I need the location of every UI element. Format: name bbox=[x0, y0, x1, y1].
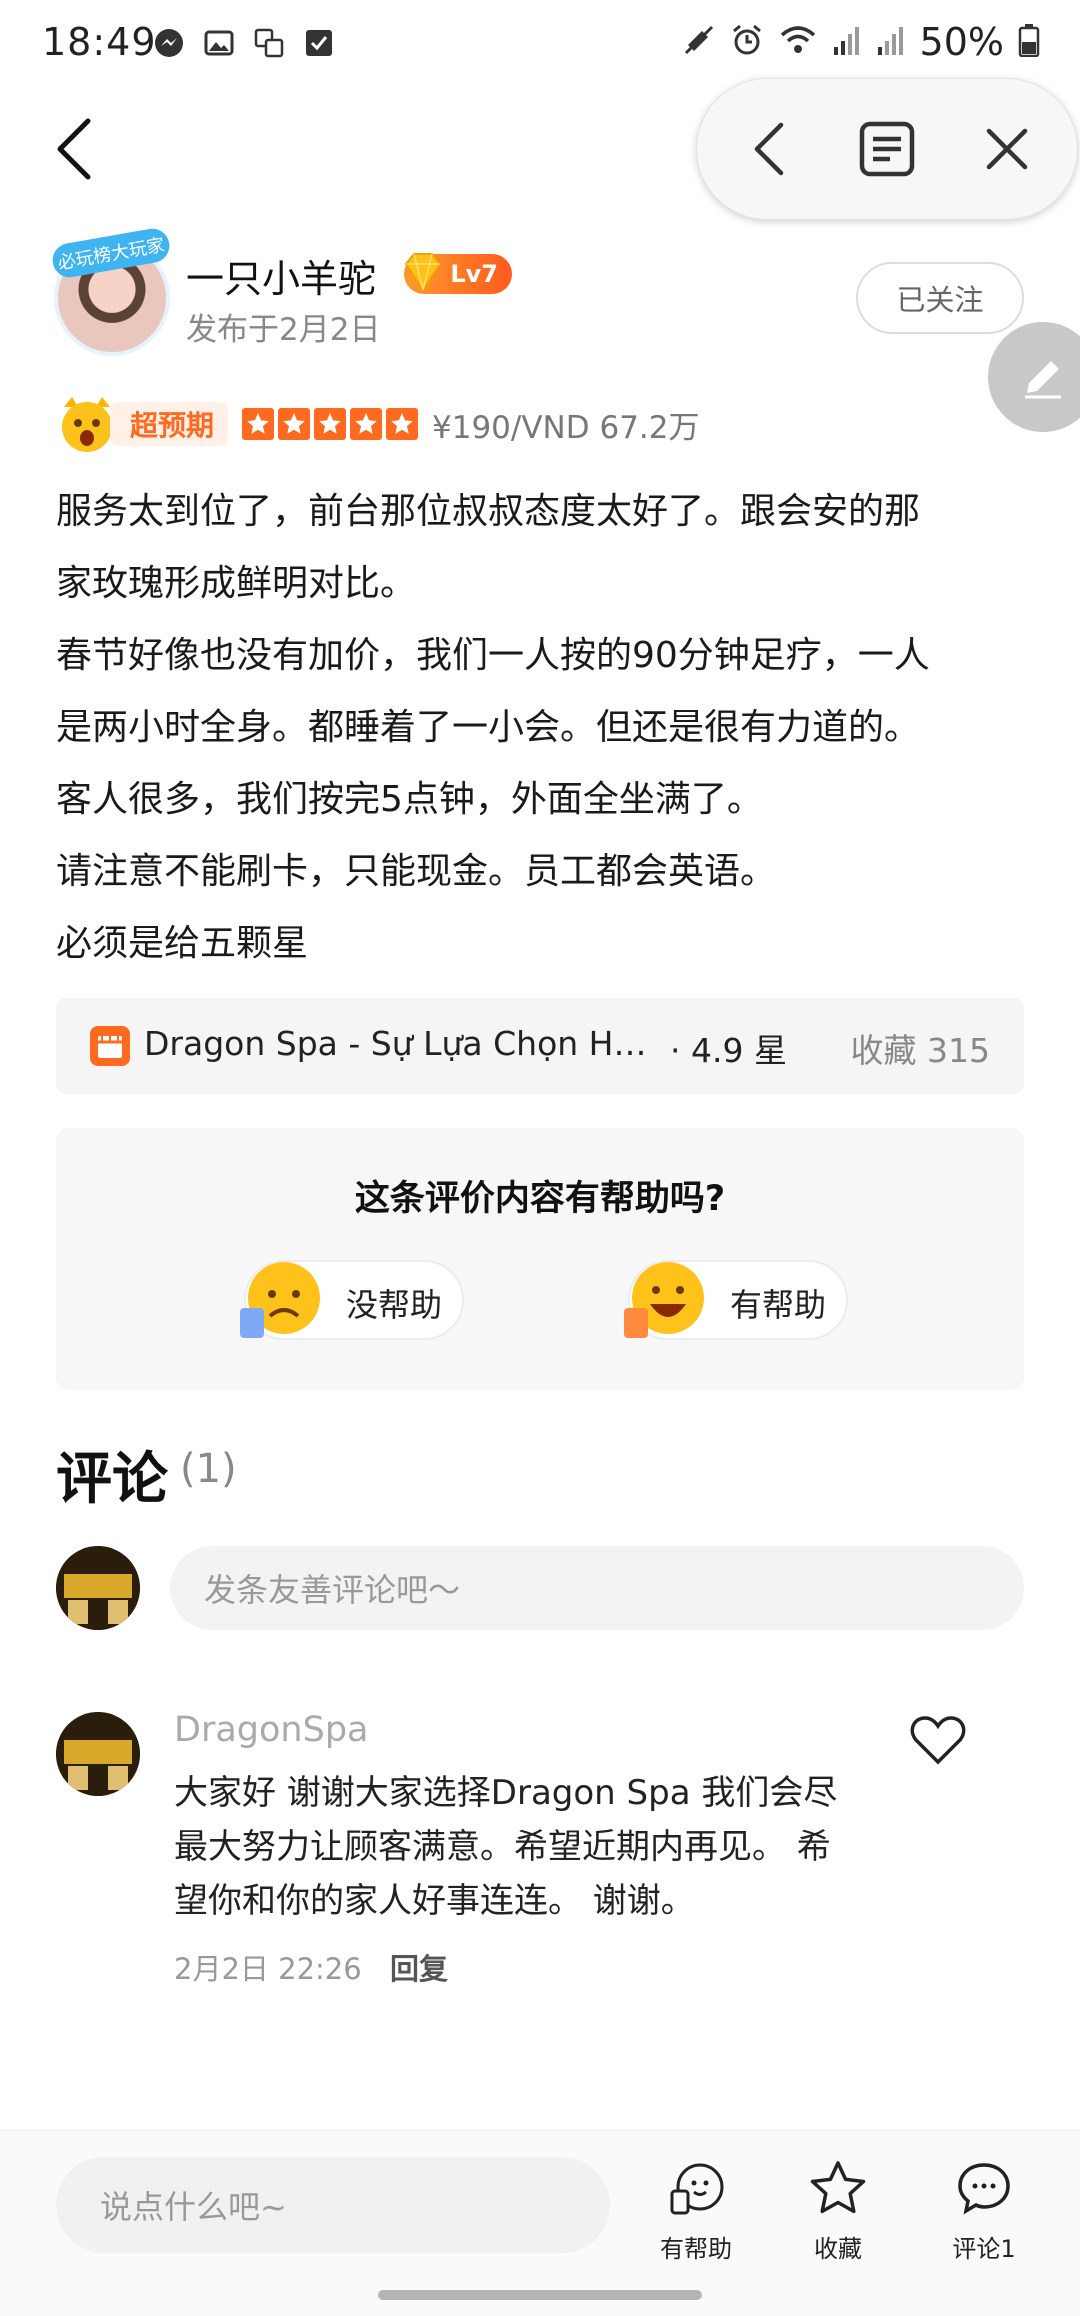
shop-card[interactable]: Dragon Spa - Sự Lựa Chọn Ho... · 4.9 星 收… bbox=[56, 998, 1024, 1094]
comment-author[interactable]: DragonSpa bbox=[174, 1710, 368, 1750]
reply-button[interactable]: 回复 bbox=[390, 1946, 448, 1988]
back-button[interactable] bbox=[44, 112, 104, 186]
status-time: 18:49 bbox=[42, 20, 157, 64]
shop-icon bbox=[90, 1026, 130, 1066]
checkbox-icon bbox=[302, 26, 336, 60]
star-icon bbox=[386, 408, 419, 440]
review-line: 请注意不能刷卡，只能现金。员工都会英语。 bbox=[56, 851, 777, 892]
battery-percent: 50% bbox=[919, 20, 1004, 64]
comment-line: 大家好 谢谢大家选择Dragon Spa 我们会尽 bbox=[174, 1773, 838, 1813]
helpful-action-label: 有帮助 bbox=[660, 2235, 732, 2263]
not-helpful-button[interactable]: 没帮助 bbox=[240, 1260, 464, 1340]
commenter-avatar[interactable] bbox=[56, 1712, 140, 1796]
helpful-card: 这条评价内容有帮助吗? 没帮助 有帮助 bbox=[56, 1128, 1024, 1390]
wifi-icon bbox=[778, 23, 818, 61]
shop-name: Dragon Spa - Sự Lựa Chọn Ho... bbox=[144, 1024, 656, 1063]
battery-icon bbox=[1018, 23, 1040, 61]
helpful-action-button[interactable]: 有帮助 bbox=[636, 2159, 756, 2269]
star-outline-icon bbox=[810, 2161, 866, 2214]
reader-mode-icon bbox=[859, 121, 915, 177]
comment-text: 大家好 谢谢大家选择Dragon Spa 我们会尽 最大努力让顾客满意。希望近期… bbox=[174, 1766, 902, 1928]
comment-input[interactable]: 发条友善评论吧～ bbox=[170, 1546, 1024, 1630]
messenger-icon bbox=[152, 26, 186, 60]
floating-browser-panel bbox=[696, 78, 1078, 220]
alarm-icon bbox=[730, 23, 764, 61]
helpful-button[interactable]: 有帮助 bbox=[624, 1260, 848, 1340]
thumbs-up-smile-icon bbox=[670, 2163, 724, 2215]
comment-button[interactable]: 评论1 bbox=[924, 2159, 1044, 2269]
favorite-button[interactable]: 收藏 bbox=[778, 2159, 898, 2269]
translate-icon bbox=[252, 26, 286, 60]
heart-icon bbox=[910, 1716, 966, 1765]
panel-close-button[interactable] bbox=[975, 117, 1039, 181]
image-icon bbox=[202, 26, 236, 60]
signal-icon bbox=[832, 23, 862, 61]
notification-icons bbox=[152, 26, 336, 60]
comment-line: 最大努力让顾客满意。希望近期内再见。 希 bbox=[174, 1827, 831, 1867]
edit-button[interactable] bbox=[988, 322, 1080, 432]
star-icon bbox=[278, 408, 311, 440]
review-line: 客人很多，我们按完5点钟，外面全坐满了。 bbox=[56, 779, 763, 820]
post-date: 发布于2月2日 bbox=[186, 312, 381, 348]
favorite-label: 收藏 bbox=[814, 2235, 862, 2263]
chevron-left-icon bbox=[754, 122, 784, 176]
system-icons: 50% bbox=[682, 20, 1040, 64]
comment-time: 2月2日 22:26 bbox=[174, 1952, 362, 1986]
chevron-left-icon bbox=[57, 118, 91, 180]
level-text: Lv7 bbox=[450, 260, 498, 288]
home-indicator[interactable] bbox=[378, 2290, 702, 2300]
review-line: 服务太到位了，前台那位叔叔态度太好了。跟会安的那 bbox=[56, 491, 921, 532]
review-line: 是两小时全身。都睡着了一小会。但还是很有力道的。 bbox=[56, 707, 921, 748]
comments-count: (1) bbox=[180, 1446, 237, 1492]
helpful-question: 这条评价内容有帮助吗? bbox=[354, 1179, 726, 1219]
sad-face-icon bbox=[240, 1262, 320, 1338]
star-icon bbox=[314, 408, 347, 440]
not-helpful-label: 没帮助 bbox=[346, 1286, 443, 1324]
review-line: 家玫瑰形成鲜明对比。 bbox=[56, 563, 417, 604]
comments-title: 评论 bbox=[56, 1447, 168, 1512]
signal-icon bbox=[876, 23, 906, 61]
dragon-spa-logo bbox=[56, 1712, 140, 1796]
rating-tag: 超预期 bbox=[110, 402, 229, 446]
bottom-comment-input[interactable]: 说点什么吧~ bbox=[56, 2157, 610, 2253]
diamond-icon bbox=[404, 253, 442, 292]
review-text: 服务太到位了，前台那位叔叔态度太好了。跟会安的那 家玫瑰形成鲜明对比。 春节好像… bbox=[56, 476, 1036, 980]
comment-label: 评论1 bbox=[952, 2235, 1016, 2263]
shop-favorites: 收藏 315 bbox=[850, 1031, 990, 1070]
star-rating bbox=[242, 408, 419, 440]
review-line: 必须是给五颗星 bbox=[56, 923, 309, 964]
helpful-label: 有帮助 bbox=[730, 1286, 827, 1324]
like-button[interactable] bbox=[908, 1712, 968, 1768]
dragon-spa-logo bbox=[56, 1546, 140, 1630]
shop-rating: · 4.9 星 bbox=[670, 1031, 787, 1070]
author-name[interactable]: 一只小羊驼 bbox=[186, 248, 376, 303]
price: ¥190/VND 67.2万 bbox=[432, 409, 700, 446]
rating-row: 超预期 ¥190/VND 67.2万 bbox=[56, 392, 700, 456]
close-icon bbox=[986, 128, 1028, 170]
follow-button[interactable]: 已关注 bbox=[856, 262, 1024, 334]
comment-line: 望你和你的家人好事连连。 谢谢。 bbox=[174, 1881, 695, 1921]
mute-icon bbox=[682, 23, 716, 61]
level-badge: Lv7 bbox=[404, 253, 512, 294]
star-icon bbox=[242, 408, 275, 440]
happy-face-icon bbox=[624, 1262, 704, 1338]
star-icon bbox=[350, 408, 383, 440]
review-line: 春节好像也没有加价，我们一人按的90分钟足疗，一人 bbox=[56, 635, 930, 676]
pencil-icon bbox=[1025, 361, 1061, 399]
review-detail-page: 18:49 50% 必玩榜大玩家 一只小羊驼 Lv7 发布于2月2日 已关注 超… bbox=[0, 0, 1080, 2316]
comment-bubble-icon bbox=[958, 2163, 1010, 2215]
my-avatar bbox=[56, 1546, 140, 1630]
panel-back-button[interactable] bbox=[737, 117, 801, 181]
bottom-action-bar: 说点什么吧~ 有帮助 收藏 评论1 bbox=[0, 2130, 1080, 2316]
surprised-face-icon bbox=[62, 397, 112, 452]
panel-reader-button[interactable] bbox=[855, 117, 919, 181]
